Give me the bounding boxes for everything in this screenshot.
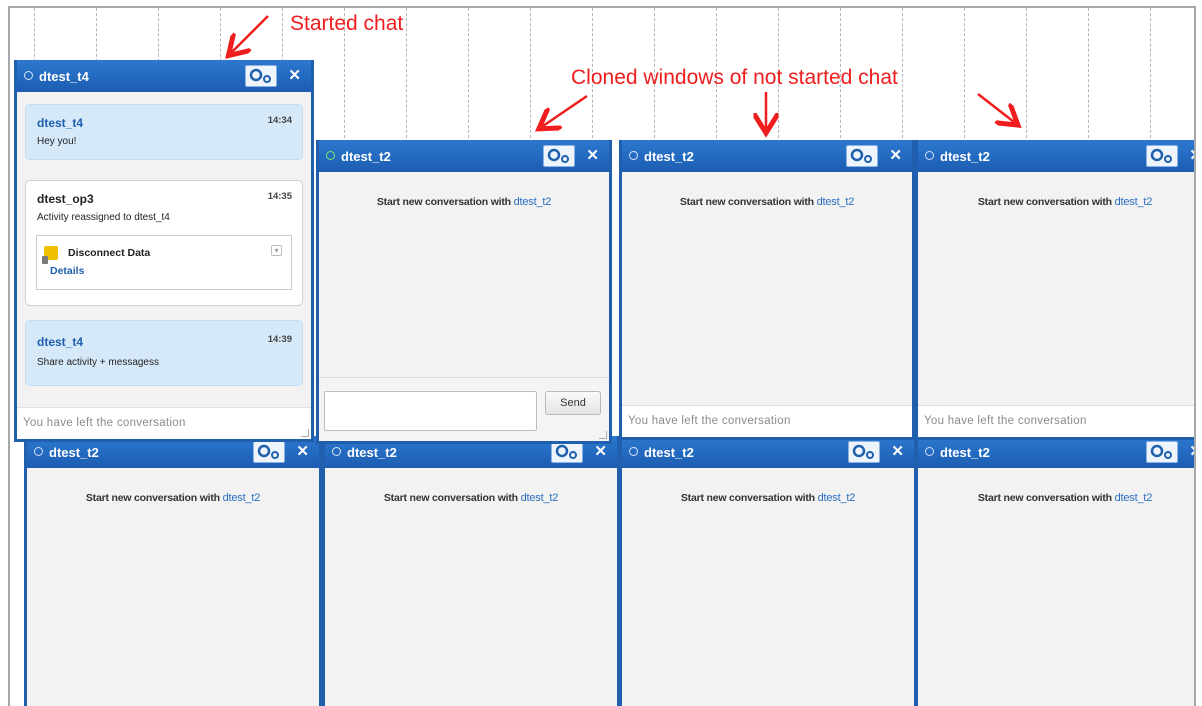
user-link[interactable]: dtest_t2 xyxy=(1115,196,1153,208)
message-text: Activity reassigned to dtest_t4 xyxy=(37,212,170,223)
window-title: dtest_t2 xyxy=(347,445,397,460)
status-dot-icon xyxy=(34,447,43,456)
resize-handle[interactable] xyxy=(301,429,309,437)
composer-area: Send xyxy=(319,377,609,441)
user-link[interactable]: dtest_t2 xyxy=(514,196,552,208)
start-prefix: Start new conversation with xyxy=(383,492,518,504)
activity-title: Disconnect Data xyxy=(68,247,151,259)
chat-window-clone-3[interactable]: dtest_t2 ✕ Start new conversation with d… xyxy=(915,140,1194,440)
user-link[interactable]: dtest_t2 xyxy=(521,492,559,504)
start-conversation-text: Start new conversation with dtest_t2 xyxy=(622,492,914,504)
chat-window-clone-1[interactable]: dtest_t2 ✕ Start new conversation with d… xyxy=(316,140,612,444)
start-prefix: Start new conversation with xyxy=(680,492,815,504)
conversation-status: You have left the conversation xyxy=(17,407,311,439)
start-conversation-text: Start new conversation with dtest_t2 xyxy=(918,196,1194,208)
start-conversation-text: Start new conversation with dtest_t2 xyxy=(622,196,912,208)
close-icon[interactable]: ✕ xyxy=(586,148,599,163)
gear-icon[interactable] xyxy=(253,441,285,463)
window-title: dtest_t2 xyxy=(341,149,391,164)
gear-icon[interactable] xyxy=(1146,145,1178,167)
start-prefix: Start new conversation with xyxy=(85,492,220,504)
chat-window-bottom-2[interactable]: dtest_t2 ✕ Start new conversation with d… xyxy=(322,436,620,706)
chat-window-clone-2[interactable]: dtest_t2 ✕ Start new conversation with d… xyxy=(619,140,915,440)
arrow-started-chat xyxy=(232,15,269,52)
annotation-arrows xyxy=(10,15,1196,148)
message-bubble: dtest_op3 14:35 Activity reassigned to d… xyxy=(25,180,303,306)
start-prefix: Start new conversation with xyxy=(679,196,814,208)
chat-window-bottom-4[interactable]: dtest_t2 ✕ Start new conversation with d… xyxy=(915,436,1194,706)
gear-icon[interactable] xyxy=(848,441,880,463)
start-prefix: Start new conversation with xyxy=(376,196,511,208)
window-title: dtest_t2 xyxy=(49,445,99,460)
status-dot-icon xyxy=(326,151,335,160)
status-dot-icon xyxy=(629,151,638,160)
user-link[interactable]: dtest_t2 xyxy=(223,492,261,504)
chevron-down-icon[interactable]: ▾ xyxy=(271,245,282,256)
message-bubble: dtest_t4 14:39 Share activity + messages… xyxy=(25,320,303,386)
send-button[interactable]: Send xyxy=(545,391,601,415)
conversation-status: You have left the conversation xyxy=(918,405,1194,437)
message-time: 14:39 xyxy=(267,334,292,345)
start-conversation-text: Start new conversation with dtest_t2 xyxy=(325,492,617,504)
window-titlebar[interactable]: dtest_t2 ✕ xyxy=(918,436,1194,468)
activity-card[interactable]: Disconnect Data Details ▾ xyxy=(36,235,292,290)
chat-window-bottom-3[interactable]: dtest_t2 ✕ Start new conversation with d… xyxy=(619,436,917,706)
conversation-status: You have left the conversation xyxy=(622,405,912,437)
window-title: dtest_t2 xyxy=(644,445,694,460)
gear-icon[interactable] xyxy=(551,441,583,463)
user-link[interactable]: dtest_t2 xyxy=(817,196,855,208)
gear-icon[interactable] xyxy=(543,145,575,167)
start-prefix: Start new conversation with xyxy=(977,196,1112,208)
close-icon[interactable]: ✕ xyxy=(296,444,309,459)
arrow-clone-3 xyxy=(977,93,1014,122)
start-conversation-text: Start new conversation with dtest_t2 xyxy=(319,196,609,208)
close-icon[interactable]: ✕ xyxy=(891,444,904,459)
close-icon[interactable]: ✕ xyxy=(889,148,902,163)
gear-icon[interactable] xyxy=(846,145,878,167)
start-conversation-text: Start new conversation with dtest_t2 xyxy=(918,492,1194,504)
window-title: dtest_t2 xyxy=(940,445,990,460)
message-time: 14:35 xyxy=(267,191,292,202)
start-conversation-text: Start new conversation with dtest_t2 xyxy=(27,492,319,504)
user-icon xyxy=(42,256,48,264)
status-dot-icon xyxy=(925,151,934,160)
status-dot-icon xyxy=(925,447,934,456)
message-input[interactable] xyxy=(324,391,537,431)
message-sender[interactable]: dtest_op3 xyxy=(37,192,94,206)
close-icon[interactable]: ✕ xyxy=(1189,444,1194,459)
user-link[interactable]: dtest_t2 xyxy=(818,492,856,504)
status-dot-icon xyxy=(332,447,341,456)
status-dot-icon xyxy=(629,447,638,456)
desktop-canvas: dtest_t2 ✕ Start new conversation with d… xyxy=(8,6,1196,706)
gear-icon[interactable] xyxy=(1146,441,1178,463)
resize-handle[interactable] xyxy=(599,431,607,439)
close-icon[interactable]: ✕ xyxy=(1189,148,1194,163)
chat-window-bottom-1[interactable]: dtest_t2 ✕ Start new conversation with d… xyxy=(24,436,322,706)
details-link[interactable]: Details xyxy=(50,265,84,277)
start-prefix: Start new conversation with xyxy=(977,492,1112,504)
close-icon[interactable]: ✕ xyxy=(594,444,607,459)
user-link[interactable]: dtest_t2 xyxy=(1115,492,1153,504)
window-title: dtest_t2 xyxy=(644,149,694,164)
arrow-clone-1 xyxy=(543,94,588,126)
window-titlebar[interactable]: dtest_t2 ✕ xyxy=(622,436,914,468)
window-title: dtest_t2 xyxy=(940,149,990,164)
message-text: Share activity + messagess xyxy=(37,357,159,368)
message-sender[interactable]: dtest_t4 xyxy=(37,335,83,349)
